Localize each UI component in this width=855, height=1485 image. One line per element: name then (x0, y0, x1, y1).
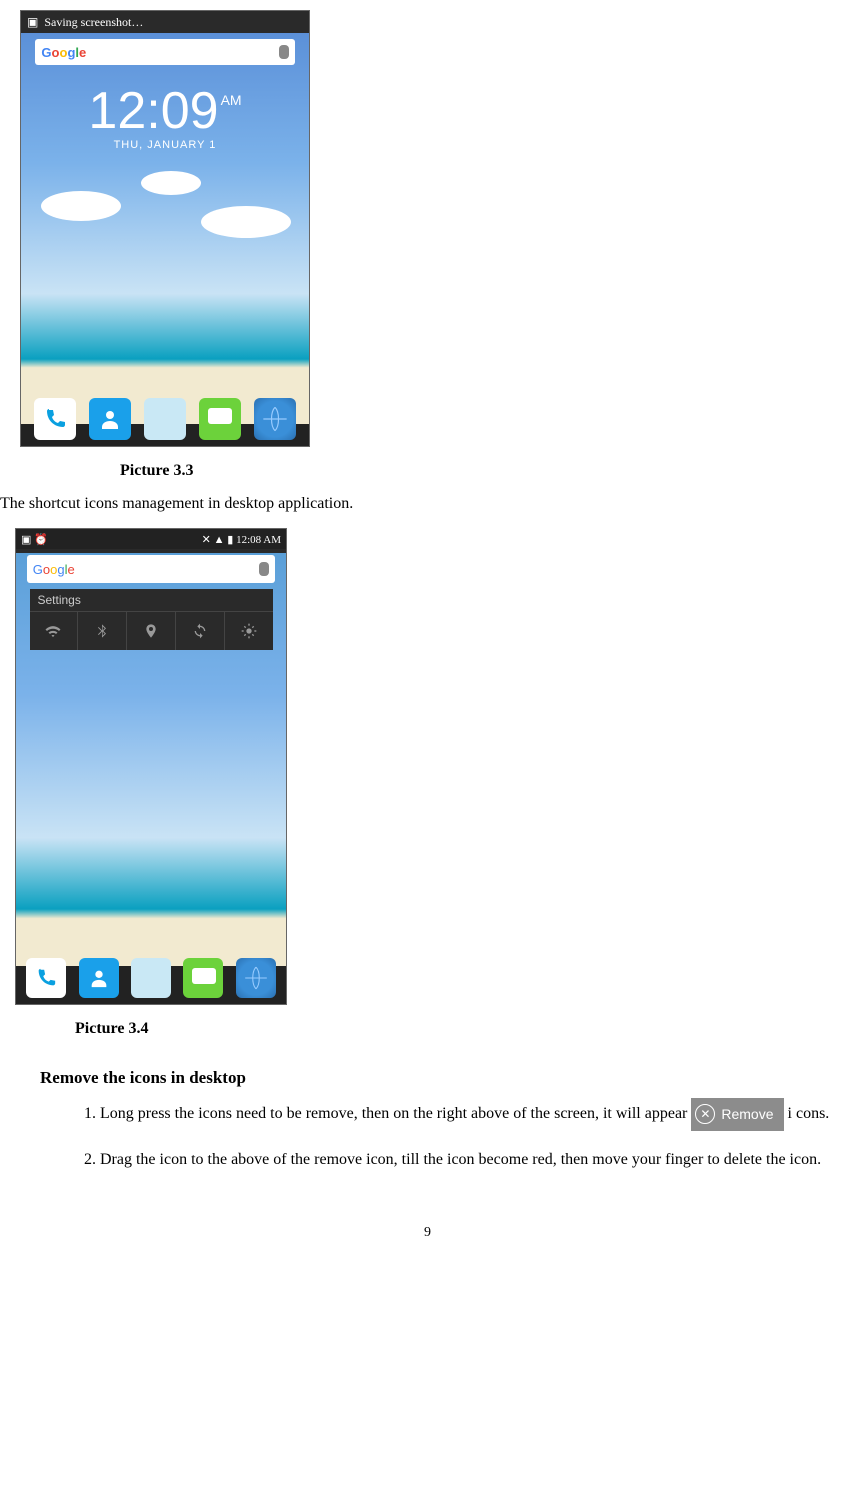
screenshot-3-4: ▣ ⏰ ✕ ▲ ▮ 12:08 AM Google Settings (15, 528, 287, 1005)
clock-date: THU, JANUARY 1 (21, 139, 309, 151)
step-1-text-b: i cons. (788, 1105, 830, 1122)
page-number: 9 (0, 1225, 855, 1241)
paragraph-shortcut-management: The shortcut icons management in desktop… (0, 495, 855, 513)
dock-row (21, 398, 309, 440)
status-icons-left: ▣ ⏰ (21, 533, 48, 546)
clock-time: 12:09 (88, 85, 218, 137)
cloud-decoration (201, 206, 291, 238)
mic-icon[interactable] (279, 45, 289, 59)
picture-icon: ▣ (27, 15, 38, 30)
remove-chip: ✕ Remove (691, 1098, 783, 1131)
contacts-icon[interactable] (79, 958, 119, 998)
subheading-remove-icons: Remove the icons in desktop (40, 1068, 855, 1088)
clock-widget: 12:09 AM THU, JANUARY 1 (21, 85, 309, 151)
browser-icon[interactable] (236, 958, 276, 998)
gps-toggle[interactable] (127, 612, 176, 650)
sync-toggle[interactable] (176, 612, 225, 650)
mic-icon[interactable] (259, 562, 269, 576)
google-logo: Google (33, 562, 75, 577)
messaging-icon[interactable] (183, 958, 223, 998)
step-1-text-a: Long press the icons need to be remove, … (100, 1105, 691, 1122)
bluetooth-toggle[interactable] (78, 612, 127, 650)
quick-settings-panel: Settings (30, 589, 273, 650)
app-drawer-icon[interactable] (144, 398, 186, 440)
remove-chip-label: Remove (721, 1101, 773, 1128)
dock-row (16, 958, 286, 998)
phone-icon[interactable] (26, 958, 66, 998)
wifi-toggle[interactable] (30, 612, 79, 650)
brightness-toggle[interactable] (225, 612, 273, 650)
close-icon: ✕ (695, 1104, 715, 1124)
screenshot-3-3: ▣ Saving screenshot… Google 12:09 AM THU… (20, 10, 310, 447)
quick-settings-title: Settings (30, 589, 273, 611)
cloud-decoration (41, 191, 121, 221)
google-search-widget[interactable]: Google (27, 555, 275, 583)
google-logo: Google (41, 45, 86, 60)
status-bar: ▣ ⏰ ✕ ▲ ▮ 12:08 AM (16, 529, 286, 549)
browser-icon[interactable] (254, 398, 296, 440)
google-search-widget[interactable]: Google (35, 39, 294, 65)
status-bar: ▣ Saving screenshot… (21, 11, 309, 33)
contacts-icon[interactable] (89, 398, 131, 440)
steps-list: Long press the icons need to be remove, … (70, 1098, 855, 1175)
caption-3-3: Picture 3.3 (120, 462, 855, 480)
step-1: Long press the icons need to be remove, … (100, 1098, 855, 1131)
clock-ampm: AM (221, 93, 242, 107)
caption-3-4: Picture 3.4 (75, 1020, 855, 1038)
status-text: Saving screenshot… (44, 15, 143, 30)
app-drawer-icon[interactable] (131, 958, 171, 998)
status-icons-right: ✕ ▲ ▮ 12:08 AM (202, 533, 281, 546)
cloud-decoration (141, 171, 201, 195)
messaging-icon[interactable] (199, 398, 241, 440)
step-2: Drag the icon to the above of the remove… (100, 1145, 855, 1175)
phone-icon[interactable] (34, 398, 76, 440)
